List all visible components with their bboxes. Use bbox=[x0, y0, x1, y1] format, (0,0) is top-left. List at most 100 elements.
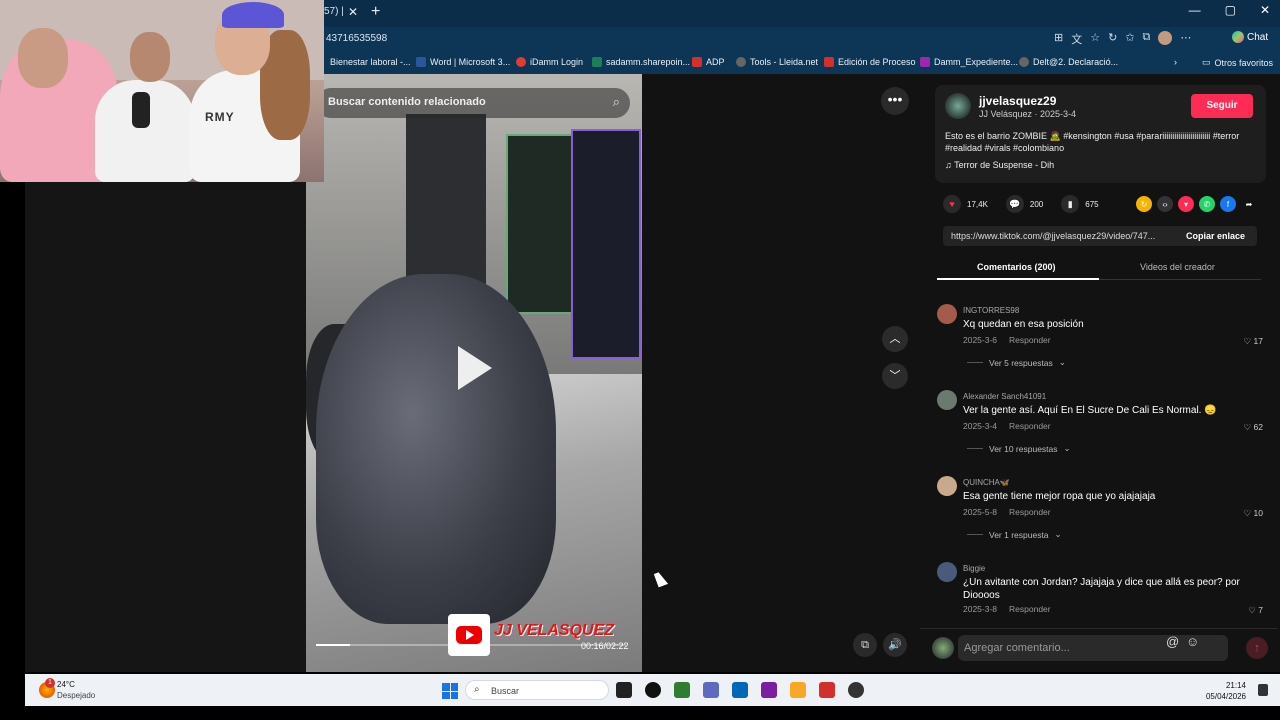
maximize-icon[interactable]: ▢ bbox=[1225, 3, 1236, 17]
bookmark-item[interactable]: Bienestar laboral -... bbox=[330, 57, 411, 67]
send-icon[interactable]: ▾ bbox=[1178, 196, 1194, 212]
like-button[interactable]: ♥ 17,4K bbox=[943, 195, 988, 213]
reply-button[interactable]: Responder bbox=[1009, 335, 1051, 345]
share-arrow-icon[interactable]: ➦ bbox=[1241, 196, 1257, 212]
creator-avatar[interactable] bbox=[945, 93, 971, 119]
new-tab-button[interactable]: + bbox=[371, 3, 380, 21]
next-video-button[interactable]: ﹀ bbox=[882, 363, 908, 389]
related-search-input[interactable]: Buscar contenido relacionado ⌕ bbox=[316, 88, 630, 118]
active-tab-title[interactable]: 57) | bbox=[324, 6, 344, 17]
comment-like-button[interactable]: ♡ 10 bbox=[1244, 508, 1263, 519]
view-replies-button[interactable]: Ver 10 respuestas ⌄ bbox=[967, 443, 1071, 454]
commenter-avatar[interactable] bbox=[937, 304, 957, 324]
other-bookmarks[interactable]: ▭ Otros favoritos bbox=[1202, 57, 1273, 68]
facebook-icon[interactable]: f bbox=[1220, 196, 1236, 212]
chevron-down-icon: ⌄ bbox=[1054, 529, 1062, 539]
comment-like-button[interactable]: ♡ 7 bbox=[1248, 605, 1263, 616]
video-link-url[interactable]: https://www.tiktok.com/@jjvelasquez29/vi… bbox=[951, 231, 1171, 241]
tab-comments[interactable]: Comentarios (200) bbox=[977, 262, 1056, 272]
previous-video-button[interactable]: ︿ bbox=[882, 326, 908, 352]
bookmark-item[interactable]: ADP bbox=[692, 57, 725, 67]
commenter-name[interactable]: QUINCHA🦋 bbox=[963, 478, 1010, 487]
chrome-icon[interactable] bbox=[848, 682, 864, 698]
url-field[interactable]: 43716535598 bbox=[326, 33, 387, 44]
commenter-avatar[interactable] bbox=[937, 390, 957, 410]
reply-button[interactable]: Responder bbox=[1009, 604, 1051, 614]
video-player[interactable]: JJ VELASQUEZ 00:16/02:22 bbox=[306, 74, 642, 672]
notification-icon[interactable] bbox=[1258, 684, 1268, 696]
minimize-icon[interactable]: — bbox=[1189, 3, 1201, 17]
reply-button[interactable]: Responder bbox=[1009, 507, 1051, 517]
collections-icon[interactable]: ⧉ bbox=[1143, 31, 1151, 47]
refresh-icon[interactable]: ↻ bbox=[1108, 31, 1117, 47]
search-icon[interactable]: ⌕ bbox=[613, 94, 620, 110]
commenter-avatar[interactable] bbox=[937, 476, 957, 496]
webcam-person-head bbox=[130, 32, 170, 82]
heart-outline-icon: ♡ bbox=[1248, 605, 1259, 615]
install-app-icon[interactable]: ⊞ bbox=[1054, 31, 1063, 47]
favorite-star-icon[interactable]: ☆ bbox=[1090, 31, 1100, 47]
reply-button[interactable]: Responder bbox=[1009, 421, 1051, 431]
view-replies-button[interactable]: Ver 5 respuestas ⌄ bbox=[967, 357, 1066, 368]
start-button[interactable] bbox=[442, 683, 458, 699]
teams-icon[interactable] bbox=[703, 682, 719, 698]
engagement-stats: ♥ 17,4K 💬 200 ▮ 675 bbox=[943, 194, 1099, 214]
bookmark-item[interactable]: Damm_Expediente... bbox=[920, 57, 1018, 67]
comment-icon: 💬 bbox=[1005, 195, 1024, 213]
picture-in-picture-icon[interactable]: ⧉ bbox=[853, 633, 877, 657]
follow-button[interactable]: Seguir bbox=[1191, 94, 1253, 118]
play-icon[interactable] bbox=[458, 346, 492, 390]
copilot-chat-button[interactable]: Chat bbox=[1232, 31, 1268, 43]
favorites-icon[interactable]: ✩ bbox=[1125, 31, 1134, 47]
creator-handle[interactable]: jjvelasquez29 bbox=[979, 94, 1056, 108]
video-progress-bar[interactable] bbox=[316, 644, 626, 646]
close-window-icon[interactable]: ✕ bbox=[1260, 3, 1270, 17]
whatsapp-icon[interactable]: ✆ bbox=[1199, 196, 1215, 212]
file-explorer-icon[interactable] bbox=[616, 682, 632, 698]
taskbar-clock[interactable]: 21:14 05/04/2026 bbox=[1206, 680, 1246, 702]
weather-description[interactable]: Despejado bbox=[57, 691, 95, 700]
bookmark-item[interactable]: Tools - Lleida.net bbox=[736, 57, 818, 67]
embed-icon[interactable]: ‹› bbox=[1157, 196, 1173, 212]
shield-icon[interactable] bbox=[819, 682, 835, 698]
commenter-avatar[interactable] bbox=[937, 562, 957, 582]
bookmark-item[interactable]: Delt@2. Declaració... bbox=[1019, 57, 1118, 67]
profile-avatar[interactable] bbox=[1158, 31, 1173, 45]
folder-icon[interactable] bbox=[790, 682, 806, 698]
weather-badge: 1 bbox=[45, 678, 55, 688]
repost-icon[interactable]: ↻ bbox=[1136, 196, 1152, 212]
comment-like-button[interactable]: ♡ 62 bbox=[1244, 422, 1263, 433]
bookmarks-overflow-chevron-icon[interactable]: › bbox=[1174, 57, 1177, 67]
translate-icon[interactable]: 文 bbox=[1071, 31, 1082, 47]
app-icon[interactable] bbox=[761, 682, 777, 698]
bookmark-item[interactable]: iDamm Login bbox=[516, 57, 583, 67]
windows-taskbar: 1 24°C Despejado ⌕ Buscar 21:14 05/04/20… bbox=[25, 674, 1280, 706]
store-icon[interactable] bbox=[732, 682, 748, 698]
folder-icon: ▭ bbox=[1202, 57, 1211, 67]
weather-temperature[interactable]: 24°C bbox=[57, 680, 75, 689]
emoji-icon[interactable]: ☺ bbox=[1186, 634, 1199, 649]
comment-button[interactable]: 💬 200 bbox=[1005, 195, 1043, 213]
view-replies-button[interactable]: Ver 1 respuesta ⌄ bbox=[967, 529, 1062, 540]
mention-icon[interactable]: @ bbox=[1166, 634, 1179, 649]
tiktok-icon[interactable] bbox=[645, 682, 661, 698]
comment-like-button[interactable]: ♡ 17 bbox=[1244, 336, 1263, 347]
tab-creator-videos[interactable]: Videos del creador bbox=[1140, 262, 1215, 272]
send-comment-button[interactable]: ↑ bbox=[1246, 637, 1268, 659]
bookmark-item[interactable]: Edición de Proceso bbox=[824, 57, 916, 67]
taskbar-search[interactable]: ⌕ Buscar bbox=[465, 680, 609, 700]
edge-icon[interactable] bbox=[674, 682, 690, 698]
music-track[interactable]: ♫ Terror de Suspense - Dih bbox=[945, 160, 1054, 170]
menu-dots-icon[interactable]: ⋯ bbox=[1180, 31, 1191, 47]
bookmark-item[interactable]: sadamm.sharepoin... bbox=[592, 57, 690, 67]
volume-icon[interactable]: 🔊 bbox=[883, 633, 907, 657]
more-options-button[interactable]: ••• bbox=[881, 87, 909, 115]
bookmark-item[interactable]: Word | Microsoft 3... bbox=[416, 57, 510, 67]
copy-link-button[interactable]: Copiar enlace bbox=[1186, 231, 1245, 241]
save-button[interactable]: ▮ 675 bbox=[1061, 195, 1099, 213]
commenter-name[interactable]: Biggie bbox=[963, 564, 985, 573]
commenter-name[interactable]: INGTORRES98 bbox=[963, 306, 1019, 315]
video-progress-fill bbox=[316, 644, 351, 646]
close-tab-icon[interactable]: ✕ bbox=[348, 5, 358, 19]
commenter-name[interactable]: Alexander Sanch41091 bbox=[963, 392, 1046, 401]
